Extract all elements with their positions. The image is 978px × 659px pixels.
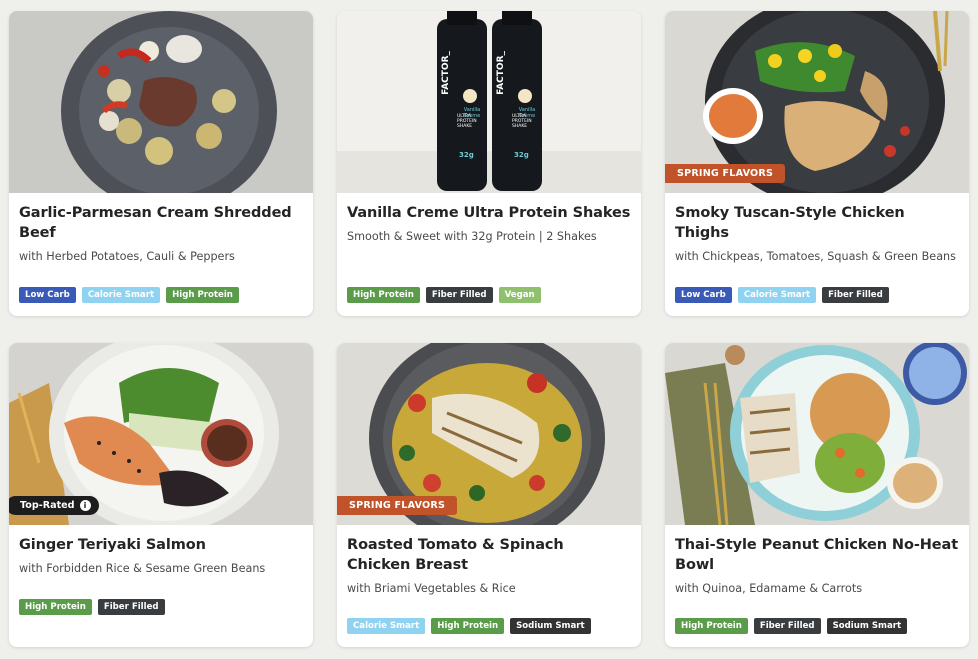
meal-card[interactable]: Top-Rated i Ginger Teriyaki Salmon with … (9, 343, 313, 647)
bottle-protein: 32g (459, 151, 474, 159)
tag-list: High Protein Fiber Filled (19, 599, 165, 615)
meal-card[interactable]: FACTOR_ Vanilla Crème ULTRA PROTEIN SHAK… (337, 11, 641, 316)
top-rated-label: Top-Rated (20, 500, 75, 511)
meal-title[interactable]: Thai-Style Peanut Chicken No-Heat Bowl (675, 535, 959, 575)
tag-sodium-smart: Sodium Smart (510, 618, 591, 634)
tag-high-protein: High Protein (431, 618, 505, 634)
meal-image[interactable] (665, 343, 969, 525)
tag-high-protein: High Protein (166, 287, 239, 303)
meal-image[interactable] (9, 11, 313, 193)
tag-high-protein: High Protein (675, 618, 748, 634)
meal-photo (337, 11, 641, 193)
tag-list: High Protein Fiber Filled Vegan (347, 287, 541, 303)
promo-badge: SPRING FLAVORS (337, 496, 458, 515)
meal-image[interactable]: Top-Rated i (9, 343, 313, 525)
meal-card[interactable]: Thai-Style Peanut Chicken No-Heat Bowl w… (665, 343, 969, 647)
bottle-brand: FACTOR_ (441, 51, 451, 95)
tag-high-protein: High Protein (347, 287, 420, 303)
meal-image[interactable]: FACTOR_ Vanilla Crème ULTRA PROTEIN SHAK… (337, 11, 641, 193)
meal-image[interactable]: SPRING FLAVORS (337, 343, 641, 525)
tag-fiber-filled: Fiber Filled (425, 287, 493, 303)
top-rated-badge[interactable]: Top-Rated i (9, 496, 99, 515)
bottle-type: ULTRA PROTEIN SHAKE (512, 114, 532, 129)
tag-calorie-smart: Calorie Smart (347, 618, 426, 634)
meal-subtitle: with Briami Vegetables & Rice (347, 582, 516, 595)
tag-vegan: Vegan (498, 287, 541, 303)
tag-list: Low Carb Calorie Smart Fiber Filled (675, 287, 889, 303)
meal-card[interactable]: Garlic-Parmesan Cream Shredded Beef with… (9, 11, 313, 316)
tag-low-carb: Low Carb (19, 287, 76, 303)
bottle-type: ULTRA PROTEIN SHAKE (457, 114, 477, 129)
promo-badge: SPRING FLAVORS (665, 164, 786, 183)
meal-title[interactable]: Roasted Tomato & Spinach Chicken Breast (347, 535, 631, 575)
bottle-brand: FACTOR_ (496, 51, 506, 95)
tag-sodium-smart: Sodium Smart (826, 618, 908, 634)
meal-image[interactable]: SPRING FLAVORS (665, 11, 969, 193)
meal-photo (665, 343, 969, 525)
meal-card[interactable]: SPRING FLAVORS Smoky Tuscan-Style Chicke… (665, 11, 969, 316)
tag-low-carb: Low Carb (675, 287, 732, 303)
tag-list: High Protein Fiber Filled Sodium Smart (675, 618, 908, 634)
tag-list: Low Carb Calorie Smart High Protein (19, 287, 239, 303)
meal-subtitle: Smooth & Sweet with 32g Protein | 2 Shak… (347, 230, 597, 243)
bottle-protein: 32g (514, 151, 529, 159)
meal-subtitle: with Herbed Potatoes, Cauli & Peppers (19, 250, 235, 263)
meal-subtitle: with Chickpeas, Tomatoes, Squash & Green… (675, 250, 956, 263)
meal-title[interactable]: Vanilla Creme Ultra Protein Shakes (347, 203, 631, 223)
tag-fiber-filled: Fiber Filled (97, 599, 165, 615)
tag-list: Calorie Smart High Protein Sodium Smart (347, 618, 591, 634)
meal-card[interactable]: SPRING FLAVORS Roasted Tomato & Spinach … (337, 343, 641, 647)
meal-photo (9, 11, 313, 193)
tag-calorie-smart: Calorie Smart (81, 287, 161, 303)
meal-title[interactable]: Smoky Tuscan-Style Chicken Thighs (675, 203, 959, 243)
tag-calorie-smart: Calorie Smart (737, 287, 817, 303)
tag-fiber-filled: Fiber Filled (753, 618, 821, 634)
meal-title[interactable]: Ginger Teriyaki Salmon (19, 535, 303, 555)
tag-high-protein: High Protein (19, 599, 92, 615)
tag-fiber-filled: Fiber Filled (822, 287, 889, 303)
info-icon[interactable]: i (79, 500, 91, 511)
meal-title[interactable]: Garlic-Parmesan Cream Shredded Beef (19, 203, 303, 243)
meal-subtitle: with Forbidden Rice & Sesame Green Beans (19, 562, 266, 575)
meal-subtitle: with Quinoa, Edamame & Carrots (675, 582, 863, 595)
